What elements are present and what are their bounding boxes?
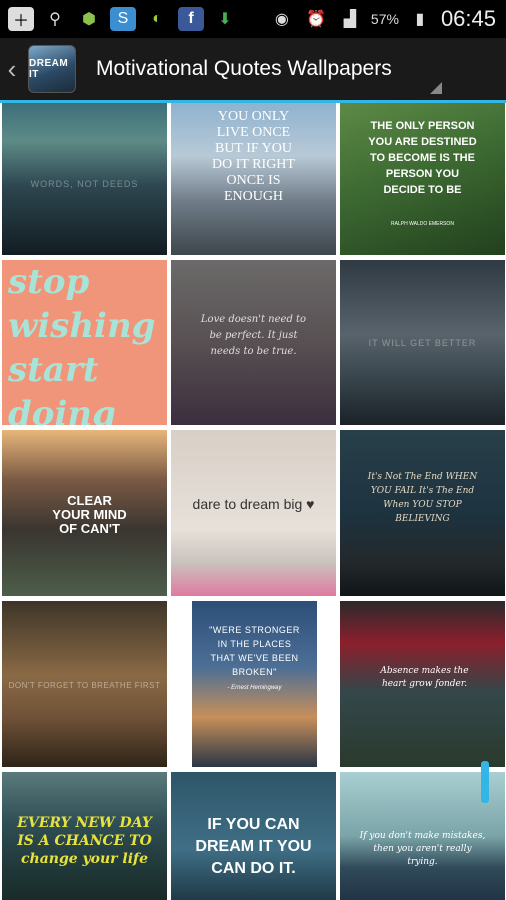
wallpaper-tile[interactable]: EVERY NEW DAY IS A CHANCE TO change your… <box>2 772 167 900</box>
wallpaper-tile[interactable]: YOU ONLY LIVE ONCE BUT IF YOU DO IT RIGH… <box>171 103 336 255</box>
alarm-icon: ⏰ <box>305 11 326 28</box>
wallpaper-tile[interactable]: Love doesn't need to be perfect. It just… <box>171 260 336 425</box>
eye-icon: ◉ <box>274 11 289 28</box>
wallpaper-quote: WORDS, NOT DEEDS <box>30 179 139 189</box>
app-store-icon: S <box>110 7 136 31</box>
wallpaper-tile[interactable]: It's Not The End WHEN YOU FAIL It's The … <box>340 430 505 596</box>
wallpaper-quote: dare to dream big ♥ <box>192 496 315 512</box>
dropdown-indicator-icon[interactable] <box>430 82 442 94</box>
wallpaper-tile[interactable]: "WERE STRONGER IN THE PLACES THAT WE'VE … <box>192 601 317 767</box>
battery-percent: 57% <box>370 11 399 27</box>
app-icon-text: DREAM IT <box>29 58 69 80</box>
download-icon: ⬇ <box>218 11 232 28</box>
wallpaper-grid: WORDS, NOT DEEDS YOU ONLY LIVE ONCE BUT … <box>0 103 506 900</box>
wallpaper-tile[interactable]: IF YOU CAN DREAM IT YOU CAN DO IT. <box>171 772 336 900</box>
wallpaper-tile[interactable]: stop wishing start doing <box>2 260 167 425</box>
wallpaper-quote: "WERE STRONGER IN THE PLACES THAT WE'VE … <box>209 625 300 677</box>
wallpaper-quote: THE ONLY PERSON YOU ARE DESTINED TO BECO… <box>368 120 477 196</box>
wallpaper-quote: Absence makes the heart grow fonder. <box>380 666 469 689</box>
wallpaper-quote: DON'T FORGET TO BREATHE FIRST <box>8 681 161 690</box>
wallpaper-quote: CLEAR YOUR MIND OF CAN'T <box>52 493 127 536</box>
battery-icon: ▮ <box>415 11 425 28</box>
clock: 06:45 <box>440 6 496 31</box>
scroll-indicator[interactable] <box>481 761 489 803</box>
wallpaper-tile[interactable]: IT WILL GET BETTER <box>340 260 505 425</box>
wallpaper-tile[interactable]: DON'T FORGET TO BREATHE FIRST <box>2 601 167 767</box>
wallpaper-quote: Love doesn't need to be perfect. It just… <box>200 314 307 357</box>
facebook-icon: f <box>178 7 204 31</box>
app-icon[interactable]: DREAM IT <box>28 45 76 93</box>
wallpaper-quote: It's Not The End WHEN YOU FAIL It's The … <box>367 472 478 524</box>
wallpaper-author: - Ernest Hemingway <box>227 685 282 691</box>
wallpaper-tile[interactable]: Absence makes the heart grow fonder. <box>340 601 505 767</box>
wallpaper-quote: IT WILL GET BETTER <box>368 338 477 348</box>
wallpaper-quote: IF YOU CAN DREAM IT YOU CAN DO IT. <box>195 816 312 877</box>
wallpaper-quote: If you don't make mistakes, then you are… <box>359 831 486 867</box>
add-icon: ＋ <box>8 7 34 31</box>
wallpaper-author: RALPH WALDO EMERSON <box>391 221 454 227</box>
action-bar: ‹ DREAM IT Motivational Quotes Wallpaper… <box>0 38 506 100</box>
status-bar: ＋ ⚲ ⬢ S ◐ f ⬇ ◉ ⏰ ▟ 57% ▮ 06:45 <box>0 0 506 38</box>
wallpaper-quote: EVERY NEW DAY IS A CHANCE TO change your… <box>17 815 152 867</box>
usb-icon: ⚲ <box>49 11 61 28</box>
back-chevron-icon[interactable]: ‹ <box>2 54 22 85</box>
planet-icon: ◐ <box>152 10 162 27</box>
wallpaper-tile[interactable]: THE ONLY PERSON YOU ARE DESTINED TO BECO… <box>340 103 505 255</box>
app-title[interactable]: Motivational Quotes Wallpapers <box>96 57 392 81</box>
wallpaper-tile[interactable]: CLEAR YOUR MIND OF CAN'T <box>2 430 167 596</box>
wallpaper-tile[interactable]: dare to dream big ♥ <box>171 430 336 596</box>
android-icon: ⬢ <box>82 11 96 28</box>
wallpaper-tile[interactable]: WORDS, NOT DEEDS <box>2 103 167 255</box>
wallpaper-quote: YOU ONLY LIVE ONCE BUT IF YOU DO IT RIGH… <box>212 109 295 204</box>
signal-icon: ▟ <box>343 11 357 28</box>
wallpaper-quote: stop wishing start doing <box>8 262 156 425</box>
